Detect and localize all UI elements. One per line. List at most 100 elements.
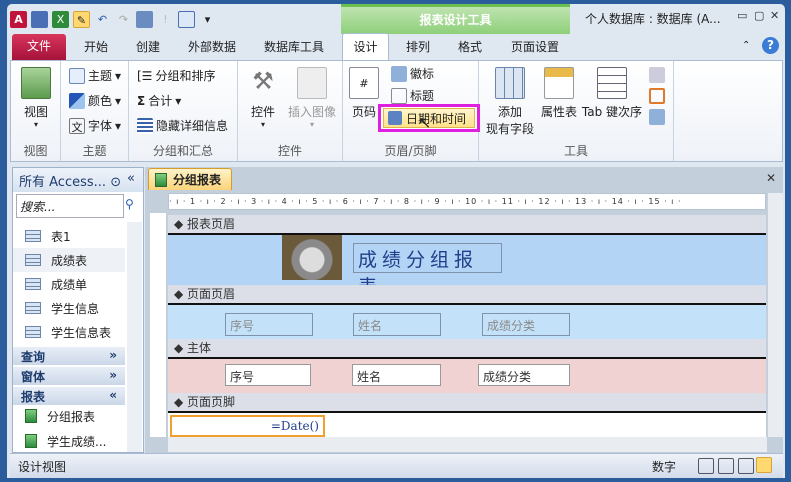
excel-export-icon[interactable]: X xyxy=(52,10,69,28)
section-bar-report-header[interactable]: ◆ 报表页眉 xyxy=(168,215,766,235)
report-icon xyxy=(25,409,37,423)
tab-design[interactable]: 设计 xyxy=(342,33,389,61)
insert-image-button[interactable]: 插入图像 ▾ xyxy=(284,67,340,129)
fonts-button[interactable]: 文字体 ▾ xyxy=(69,117,121,134)
page-number-button[interactable]: # 页码 xyxy=(349,67,379,120)
controls-button[interactable]: ⚒ 控件 ▾ xyxy=(244,67,282,129)
view-button[interactable]: 视图 ▾ xyxy=(19,67,53,129)
property-sheet-icon xyxy=(544,67,574,99)
nav-item-table[interactable]: 学生信息 xyxy=(13,296,125,320)
tab-file[interactable]: 文件 xyxy=(12,34,66,60)
nav-item-table[interactable]: 成绩单 xyxy=(13,272,125,296)
tab-format[interactable]: 格式 xyxy=(452,36,488,60)
maximize-button[interactable]: ▢ xyxy=(754,9,764,22)
undo-icon[interactable]: ↶ xyxy=(94,11,111,28)
tab-database-tools[interactable]: 数据库工具 xyxy=(258,36,330,60)
expand-icon: » xyxy=(109,348,117,362)
detail-field[interactable]: 姓名 xyxy=(352,364,441,386)
header-label[interactable]: 成绩分类 xyxy=(482,313,570,336)
hide-details-button[interactable]: 隐藏详细信息 xyxy=(137,117,228,134)
layout-view-icon[interactable] xyxy=(738,458,754,474)
logo-button[interactable]: 徽标 xyxy=(391,65,434,82)
report-icon xyxy=(25,434,37,448)
table-icon xyxy=(25,254,41,266)
tab-order-icon xyxy=(597,67,627,99)
print-preview-icon[interactable] xyxy=(718,458,734,474)
help-icon[interactable]: ! xyxy=(157,11,174,28)
form-view-icon[interactable] xyxy=(136,10,153,28)
collapse-icon: « xyxy=(109,388,117,402)
view-code-icon[interactable] xyxy=(649,88,665,104)
contextual-tab-group: 报表设计工具 xyxy=(341,4,570,34)
nav-item-table[interactable]: 学生信息表 xyxy=(13,320,125,344)
add-existing-fields-button[interactable]: 添加 现有字段 xyxy=(483,67,537,137)
tab-page-setup[interactable]: 页面设置 xyxy=(505,36,565,60)
horizontal-scrollbar[interactable] xyxy=(168,437,767,452)
status-bar: 设计视图 数字 xyxy=(10,453,783,478)
close-document-button[interactable]: ✕ xyxy=(766,171,776,185)
property-sheet-button[interactable]: 属性表 xyxy=(537,67,581,120)
table-icon xyxy=(25,302,41,314)
group-sort-button[interactable]: [☰ 分组和排序 xyxy=(137,67,215,84)
tools-icon: ⚒ xyxy=(252,67,274,95)
themes-button[interactable]: 主题 ▾ xyxy=(69,67,121,84)
detail-field[interactable]: 序号 xyxy=(225,364,311,386)
report-view-icon[interactable] xyxy=(698,458,714,474)
section-bar-detail[interactable]: ◆ 主体 xyxy=(168,339,766,359)
collapse-ribbon-icon[interactable]: ⌃ xyxy=(742,40,750,51)
vertical-scrollbar[interactable] xyxy=(767,193,783,437)
search-input[interactable]: 搜索... xyxy=(16,194,124,218)
section-bar-page-header[interactable]: ◆ 页面页眉 xyxy=(168,285,766,305)
colors-button[interactable]: 颜色 ▾ xyxy=(69,92,121,109)
customize-icon[interactable]: ▾ xyxy=(199,11,216,28)
date-textbox[interactable]: =Date() xyxy=(170,415,325,437)
logo-icon xyxy=(391,65,407,82)
quick-access-toolbar: A X ✎ ↶ ↷ ! ▾ xyxy=(10,8,216,30)
design-view-icon[interactable] xyxy=(756,457,772,473)
nav-section-forms[interactable]: 窗体» xyxy=(13,367,125,385)
help-icon[interactable]: ? xyxy=(762,37,779,54)
nav-item-table[interactable]: 成绩表 xyxy=(13,248,125,272)
tab-arrange[interactable]: 排列 xyxy=(400,36,436,60)
title-button[interactable]: 标题 xyxy=(391,87,434,104)
document-tab[interactable]: 分组报表 xyxy=(148,168,232,190)
nav-scrollbar[interactable] xyxy=(127,222,142,452)
header-label[interactable]: 姓名 xyxy=(353,313,441,336)
nav-section-reports[interactable]: 报表 « xyxy=(13,387,125,405)
close-window-button[interactable]: ✕ xyxy=(770,9,779,22)
collapse-nav-icon: « xyxy=(127,171,135,186)
fonts-icon: 文 xyxy=(69,117,85,134)
header-label[interactable]: 序号 xyxy=(225,313,313,336)
nav-item-table[interactable]: 表1 xyxy=(13,224,125,248)
nav-header[interactable]: 所有 Access... ⊙ « xyxy=(13,168,143,192)
section-bar-page-footer[interactable]: ◆ 页面页脚 xyxy=(168,393,766,413)
group-label: 页眉/页脚 xyxy=(384,144,437,158)
koala-image[interactable] xyxy=(282,235,342,280)
tab-home[interactable]: 开始 xyxy=(78,36,114,60)
nav-menu-icon: ⊙ xyxy=(110,175,122,190)
convert-macros-icon[interactable] xyxy=(649,109,665,125)
nav-item-report[interactable]: 分组报表 xyxy=(13,404,125,428)
search-icon[interactable]: ⚲ xyxy=(125,197,134,211)
save-icon[interactable] xyxy=(31,10,48,28)
view-icon xyxy=(21,67,51,99)
subform-icon[interactable] xyxy=(649,67,665,83)
group-controls: ⚒ 控件 ▾ 插入图像 ▾ 控件 xyxy=(238,61,343,161)
nav-item-report[interactable]: 学生成绩... xyxy=(13,429,125,453)
horizontal-ruler: · ı · 1 · ı · 2 · ı · 3 · ı · 4 · ı · 5 … xyxy=(168,193,766,210)
mouse-cursor-icon: ↖ xyxy=(418,113,432,132)
tab-create[interactable]: 创建 xyxy=(130,36,166,60)
totals-button[interactable]: Σ 合计 ▾ xyxy=(137,92,181,109)
design-view-icon[interactable]: ✎ xyxy=(73,10,90,28)
datasheet-icon[interactable] xyxy=(178,10,195,28)
detail-field[interactable]: 成绩分类 xyxy=(478,364,570,386)
sigma-icon: Σ xyxy=(137,93,146,108)
tab-external-data[interactable]: 外部数据 xyxy=(182,36,242,60)
group-label: 分组和汇总 xyxy=(152,144,213,158)
tab-order-button[interactable]: Tab 键次序 xyxy=(581,67,643,120)
group-view: 视图 ▾ 视图 xyxy=(11,61,61,161)
report-title-label[interactable]: 成绩分组报表 xyxy=(353,243,502,298)
redo-icon[interactable]: ↷ xyxy=(115,11,132,28)
minimize-button[interactable]: ▭ xyxy=(737,9,747,22)
nav-section-queries[interactable]: 查询» xyxy=(13,347,125,365)
